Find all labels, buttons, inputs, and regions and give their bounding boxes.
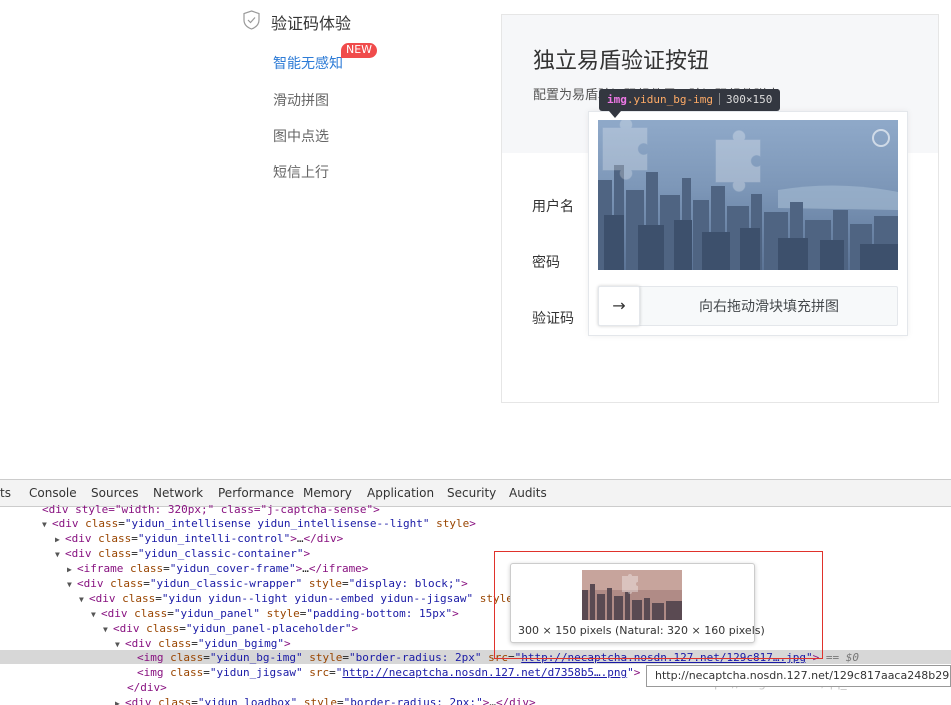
tab-security[interactable]: Security xyxy=(447,486,496,500)
image-preview-thumbnail xyxy=(582,570,682,620)
nav-title: 验证码体验 xyxy=(271,14,352,33)
nav-item-sms-uplink[interactable]: 短信上行 xyxy=(273,162,329,182)
dom-line[interactable]: ▼ <div class="yidun_classic-wrapper" styl… xyxy=(67,576,468,591)
dom-line[interactable]: ▼ <div class="yidun_panel" style="padding… xyxy=(91,606,459,621)
dom-line[interactable]: ▼ <div class="yidun_panel-placeholder"> xyxy=(103,621,358,636)
dom-line[interactable]: ▼ <div class="yidun_classic-container"> xyxy=(55,546,310,561)
shield-icon xyxy=(243,10,260,30)
captcha-background-image xyxy=(598,120,898,270)
tab-network[interactable]: Network xyxy=(153,486,203,500)
nav-item-slide-puzzle[interactable]: 滑动拼图 xyxy=(273,90,329,110)
dom-line[interactable]: ▼ <div class="yidun yidun--light yidun--e… xyxy=(79,591,513,606)
inspector-dims: 300×150 xyxy=(725,93,773,106)
dom-line[interactable]: ▶ <div class="yidun_intelli-control">…</d… xyxy=(55,531,343,546)
panel-title: 独立易盾验证按钮 xyxy=(533,49,710,74)
password-label: 密码 xyxy=(532,255,560,271)
tab-sources[interactable]: Sources xyxy=(91,486,138,500)
inspector-tooltip: img.yidun_bg-img 300×150 xyxy=(599,89,781,111)
slider-handle[interactable]: → xyxy=(598,286,640,326)
tab-console[interactable]: Console xyxy=(29,486,77,500)
nav-item-smart[interactable]: 智能无感知 xyxy=(273,53,343,73)
inspector-class: .yidun_bg-img xyxy=(626,93,713,106)
username-label: 用户名 xyxy=(532,199,574,215)
url-tooltip: http://necaptcha.nosdn.127.net/129c817aa… xyxy=(646,665,951,687)
dom-line[interactable]: ▶ <iframe class="yidun_cover-frame">…</if… xyxy=(67,561,368,576)
tab-application[interactable]: Application xyxy=(367,486,434,500)
tab-elements[interactable]: ts xyxy=(0,486,11,500)
dom-line[interactable]: ▶ <div class="yidun_loadbox" style="borde… xyxy=(115,695,536,705)
dom-line[interactable]: </div> xyxy=(127,680,167,695)
dom-line[interactable]: <img class="yidun_jigsaw" src="http://ne… xyxy=(137,665,640,680)
dom-line[interactable]: ▼ <div class="yidun_bgimg"> xyxy=(115,636,291,651)
inspector-tooltip-arrow xyxy=(609,111,621,118)
tab-audits[interactable]: Audits xyxy=(509,486,547,500)
tab-performance[interactable]: Performance xyxy=(218,486,294,500)
new-badge: NEW xyxy=(341,43,378,58)
dom-line[interactable]: ▼ <div class="yidun_intellisense yidun_in… xyxy=(42,516,476,531)
nav-item-click-point[interactable]: 图中点选 xyxy=(273,126,329,146)
dom-line[interactable]: <div style="width: 320px;" class="j-capt… xyxy=(42,502,380,517)
captcha-label: 验证码 xyxy=(532,311,574,327)
image-preview-dimensions: 300 × 150 pixels (Natural: 320 × 160 pix… xyxy=(518,624,765,637)
slider-hint-text: 向右拖动滑块填充拼图 xyxy=(699,299,839,315)
tab-memory[interactable]: Memory xyxy=(303,486,352,500)
inspector-tag: img xyxy=(607,93,627,106)
